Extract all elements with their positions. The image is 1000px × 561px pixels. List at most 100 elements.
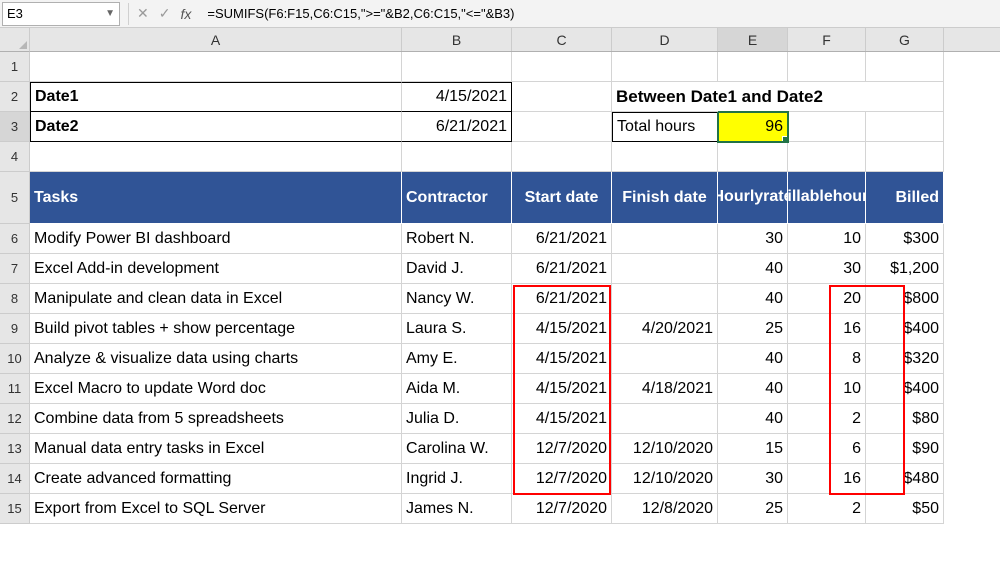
cell-finish[interactable]: 12/10/2020 [612,434,718,464]
cell-start[interactable]: 4/15/2021 [512,344,612,374]
th-tasks[interactable]: Tasks [30,172,402,224]
cell-billed[interactable]: $50 [866,494,944,524]
row-header[interactable]: 6 [0,224,30,254]
cell[interactable] [866,82,944,112]
cell-start[interactable]: 12/7/2020 [512,494,612,524]
cell-rate[interactable]: 40 [718,254,788,284]
th-billed[interactable]: Billed [866,172,944,224]
date2-label[interactable]: Date2 [30,112,402,142]
th-contractor[interactable]: Contractor [402,172,512,224]
fx-icon[interactable]: fx [180,6,191,22]
cell-finish[interactable]: 12/8/2020 [612,494,718,524]
cell-start[interactable]: 6/21/2021 [512,284,612,314]
cell-billed[interactable]: $90 [866,434,944,464]
row-header[interactable]: 11 [0,374,30,404]
row-header[interactable]: 1 [0,52,30,82]
cell[interactable] [866,142,944,172]
cell-hours[interactable]: 8 [788,344,866,374]
row-header[interactable]: 3 [0,112,30,142]
cell-contractor[interactable]: Laura S. [402,314,512,344]
cell-start[interactable]: 6/21/2021 [512,254,612,284]
cell[interactable] [512,82,612,112]
cell[interactable] [402,142,512,172]
cell-billed[interactable]: $800 [866,284,944,314]
cell-hours[interactable]: 10 [788,374,866,404]
col-header-B[interactable]: B [402,28,512,51]
date1-value[interactable]: 4/15/2021 [402,82,512,112]
cell-rate[interactable]: 30 [718,224,788,254]
cell[interactable] [788,112,866,142]
cell-rate[interactable]: 40 [718,404,788,434]
cell-hours[interactable]: 30 [788,254,866,284]
cell-start[interactable]: 4/15/2021 [512,314,612,344]
row-header[interactable]: 2 [0,82,30,112]
date2-value[interactable]: 6/21/2021 [402,112,512,142]
cell[interactable] [612,52,718,82]
cell-task[interactable]: Create advanced formatting [30,464,402,494]
cell-rate[interactable]: 25 [718,494,788,524]
cell-start[interactable]: 4/15/2021 [512,404,612,434]
cell-finish[interactable] [612,344,718,374]
cell-finish[interactable]: 12/10/2020 [612,464,718,494]
cell-finish[interactable] [612,404,718,434]
name-box[interactable]: E3 ▼ [2,2,120,26]
row-header[interactable]: 7 [0,254,30,284]
cell-hours[interactable]: 10 [788,224,866,254]
cell-rate[interactable]: 15 [718,434,788,464]
cell-start[interactable]: 12/7/2020 [512,464,612,494]
cell[interactable] [788,142,866,172]
cell-rate[interactable]: 40 [718,344,788,374]
cancel-icon[interactable]: ✕ [137,5,149,22]
row-header[interactable]: 8 [0,284,30,314]
chevron-down-icon[interactable]: ▼ [105,8,115,19]
cell-contractor[interactable]: David J. [402,254,512,284]
cell-hours[interactable]: 16 [788,314,866,344]
cell-task[interactable]: Build pivot tables + show percentage [30,314,402,344]
cell[interactable] [512,142,612,172]
row-header[interactable]: 15 [0,494,30,524]
between-label[interactable]: Between Date1 and Date2 [612,82,718,112]
th-billable[interactable]: Billablehours [788,172,866,224]
cell-start[interactable]: 12/7/2020 [512,434,612,464]
cell[interactable] [30,52,402,82]
cell-billed[interactable]: $300 [866,224,944,254]
select-all-corner[interactable] [0,28,30,52]
cell-finish[interactable] [612,254,718,284]
cell-hours[interactable]: 6 [788,434,866,464]
cell-billed[interactable]: $1,200 [866,254,944,284]
cell-hours[interactable]: 20 [788,284,866,314]
row-header[interactable]: 13 [0,434,30,464]
row-header[interactable]: 5 [0,172,30,224]
cell-billed[interactable]: $400 [866,314,944,344]
cell-contractor[interactable]: Robert N. [402,224,512,254]
col-header-E[interactable]: E [718,28,788,51]
cell-task[interactable]: Analyze & visualize data using charts [30,344,402,374]
formula-input[interactable]: =SUMIFS(F6:F15,C6:C15,">="&B2,C6:C15,"<=… [199,6,1000,21]
cell-finish[interactable]: 4/20/2021 [612,314,718,344]
cell[interactable] [866,112,944,142]
cell-task[interactable]: Manual data entry tasks in Excel [30,434,402,464]
th-finish[interactable]: Finish date [612,172,718,224]
check-icon[interactable]: ✓ [159,5,171,22]
cell-billed[interactable]: $400 [866,374,944,404]
cell-contractor[interactable]: James N. [402,494,512,524]
date1-label[interactable]: Date1 [30,82,402,112]
cell-contractor[interactable]: Nancy W. [402,284,512,314]
row-header[interactable]: 14 [0,464,30,494]
cell-billed[interactable]: $80 [866,404,944,434]
col-header-G[interactable]: G [866,28,944,51]
row-header[interactable]: 4 [0,142,30,172]
row-header[interactable]: 9 [0,314,30,344]
cell-task[interactable]: Manipulate and clean data in Excel [30,284,402,314]
cell[interactable] [718,142,788,172]
cell[interactable] [512,112,612,142]
cell[interactable] [30,142,402,172]
cell[interactable] [788,52,866,82]
cell-finish[interactable] [612,224,718,254]
cell-contractor[interactable]: Carolina W. [402,434,512,464]
cell-contractor[interactable]: Julia D. [402,404,512,434]
total-hours-label[interactable]: Total hours [612,112,718,142]
cell-hours[interactable]: 2 [788,404,866,434]
th-start[interactable]: Start date [512,172,612,224]
cell-hours[interactable]: 16 [788,464,866,494]
